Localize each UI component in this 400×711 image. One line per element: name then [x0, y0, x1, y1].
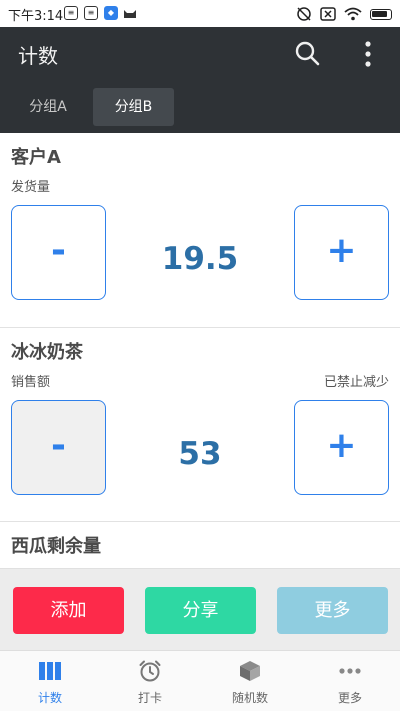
nav-label: 随机数	[231, 691, 268, 705]
counter-title: 客户A	[11, 147, 61, 168]
notification-icon: ≡	[64, 6, 78, 20]
counter-card: 冰冰奶茶 销售额 已禁止减少 - 53 +	[0, 328, 400, 522]
nav-label: 更多	[337, 691, 362, 705]
add-button[interactable]: 添加	[13, 587, 124, 634]
counter-title: 冰冰奶茶	[11, 342, 83, 363]
status-time: 下午3:14	[8, 9, 64, 24]
more-actions-button[interactable]: 更多	[277, 587, 388, 634]
decrease-disabled-note: 已禁止减少	[323, 375, 389, 390]
nav-item-more[interactable]: 更多	[300, 651, 400, 711]
bar-columns-icon	[39, 662, 61, 680]
increment-button[interactable]: +	[294, 205, 389, 300]
search-icon[interactable]	[293, 39, 323, 69]
app-title: 计数	[18, 44, 58, 68]
increment-button[interactable]: +	[294, 400, 389, 495]
sim-icon	[320, 7, 336, 21]
wifi-icon	[344, 7, 362, 21]
app-bar: 计数	[0, 27, 400, 80]
decrement-button[interactable]: -	[11, 205, 106, 300]
counter-value: 53	[178, 436, 222, 472]
dice-cube-icon	[240, 661, 260, 681]
notification-icon: ≡	[84, 6, 98, 20]
action-bar: 添加 分享 更多	[0, 568, 400, 650]
counter-title: 西瓜剩余量	[11, 536, 101, 557]
ellipsis-icon	[339, 668, 361, 674]
counter-value: 19.5	[161, 241, 239, 277]
tab-group-b[interactable]: 分组B	[93, 88, 174, 126]
battery-icon	[370, 8, 392, 20]
counter-card: 客户A 发货量 - 19.5 +	[0, 133, 400, 328]
counter-subtitle: 销售额	[11, 375, 51, 390]
nav-item-checkin[interactable]: 打卡	[100, 651, 200, 711]
bottom-navigation: 计数 打卡 随机数 更多	[0, 650, 400, 711]
nav-label: 计数	[37, 691, 62, 705]
nav-item-count[interactable]: 计数	[0, 651, 100, 711]
share-button[interactable]: 分享	[145, 587, 256, 634]
decrement-button-disabled: -	[11, 400, 106, 495]
counter-card: 西瓜剩余量	[0, 522, 400, 568]
status-right-icons	[296, 4, 392, 24]
counter-subtitle: 发货量	[11, 180, 51, 195]
group-tab-bar: 分组A 分组B	[0, 80, 400, 133]
alarm-muted-icon	[297, 7, 311, 21]
nav-label: 打卡	[137, 691, 162, 705]
alarm-clock-icon	[139, 660, 161, 682]
cat-icon	[124, 10, 136, 18]
app-notification-icon: ◆	[104, 6, 118, 20]
overflow-menu-icon[interactable]	[356, 39, 380, 69]
status-bar: 下午3:14 ≡ ≡ ◆	[0, 0, 400, 27]
tab-group-a[interactable]: 分组A	[13, 88, 83, 126]
nav-item-random[interactable]: 随机数	[200, 651, 300, 711]
